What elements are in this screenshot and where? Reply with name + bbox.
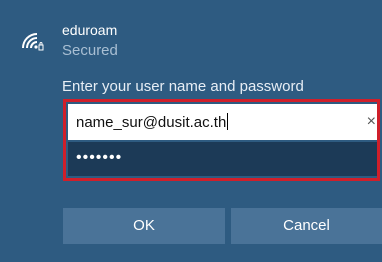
ok-button[interactable]: OK (63, 208, 225, 244)
highlight-annotation (63, 99, 380, 181)
wifi-icon (22, 33, 44, 51)
credentials-prompt: Enter your user name and password (62, 78, 304, 95)
network-name: eduroam (62, 22, 118, 38)
wifi-login-panel: eduroam Secured Enter your user name and… (0, 0, 382, 262)
network-status: Secured (62, 42, 118, 59)
cancel-button[interactable]: Cancel (231, 208, 382, 244)
